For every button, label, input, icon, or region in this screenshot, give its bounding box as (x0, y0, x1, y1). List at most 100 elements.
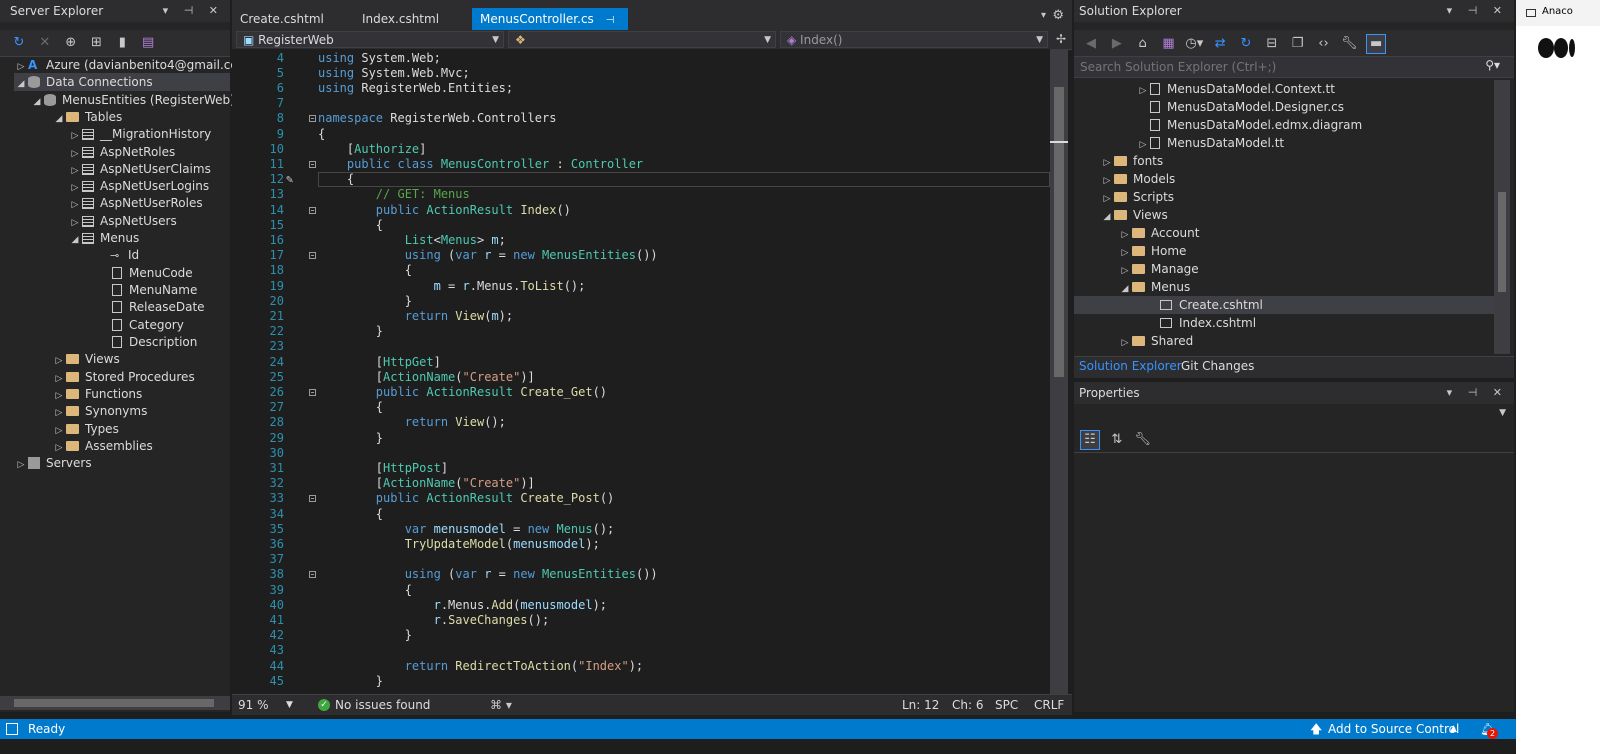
server-explorer-hscroll[interactable] (0, 696, 230, 710)
filter-icon[interactable]: ▤ (139, 34, 157, 52)
tree-item-column[interactable]: MenuCode (112, 264, 193, 282)
refresh-icon[interactable]: ↻ (1237, 35, 1255, 53)
tree-item-file[interactable]: MenusDataModel.edmx.diagram (1150, 116, 1362, 134)
tab-solution-explorer[interactable]: Solution Explorer (1079, 359, 1182, 373)
tree-item-folder[interactable]: ▷ Shared (1118, 332, 1194, 352)
fold-toggle[interactable] (309, 495, 316, 502)
tree-item-file[interactable]: ▷ MenusDataModel.tt (1136, 134, 1285, 152)
tree-item-stored-procedures[interactable]: ▷ Stored Procedures (52, 368, 195, 386)
property-pages-icon[interactable]: 🔧︎ (1134, 431, 1152, 449)
connect-server-icon[interactable]: ⊞ (87, 34, 105, 52)
tree-item-folder-views[interactable]: ◢ Views (1100, 206, 1168, 224)
tree-item-table[interactable]: ▷ AspNetUserRoles (68, 194, 203, 212)
tree-item-table-menus[interactable]: ◢ Menus (68, 229, 140, 249)
expand-arrow-icon[interactable]: ▷ (14, 456, 28, 474)
fold-toggle[interactable] (309, 207, 316, 214)
collapse-arrow-icon[interactable]: ◢ (1100, 208, 1114, 226)
settings-gear-icon[interactable]: ⚙ (1052, 8, 1064, 23)
tree-item-file[interactable]: MenusDataModel.Designer.cs (1150, 98, 1344, 116)
line-ending-indicator[interactable]: CRLF (1034, 695, 1064, 715)
tree-item-table[interactable]: ▷ AspNetUserClaims (68, 160, 211, 178)
collapse-arrow-icon[interactable]: ◢ (30, 93, 44, 111)
tree-item-table[interactable]: ▷ AspNetUsers (68, 212, 177, 230)
chevron-down-icon[interactable]: ▼ (286, 695, 293, 715)
code-editor[interactable]: ✎ 4 using System.Web; 5 using System.Web… (232, 49, 1050, 694)
code-icon[interactable]: ‹› (1314, 35, 1332, 53)
tree-item-types[interactable]: ▷ Types (52, 420, 119, 438)
tree-item-column[interactable]: MenuName (112, 281, 197, 299)
tree-item-azure[interactable]: ▷ A Azure (davianbenito4@gmail.com (14, 56, 250, 74)
fold-toggle[interactable] (309, 389, 316, 396)
tree-item-table[interactable]: ▷ AspNetUserLogins (68, 177, 210, 195)
pin-icon[interactable]: ⊣ (606, 15, 615, 26)
search-icon[interactable]: ⚲▾ (1485, 58, 1500, 72)
spacing-indicator[interactable]: SPC (995, 695, 1018, 715)
chevron-down-icon[interactable]: ▼ (1499, 408, 1506, 418)
tab-git-changes[interactable]: Git Changes (1181, 359, 1254, 373)
tree-item-column[interactable]: ReleaseDate (112, 298, 205, 316)
tree-item-folder[interactable]: ▷ fonts (1100, 152, 1164, 170)
tree-item-column-id[interactable]: ⊸ Id (110, 246, 139, 264)
tree-item-assemblies[interactable]: ▷ Assemblies (52, 437, 153, 455)
collapse-arrow-icon[interactable]: ◢ (68, 231, 82, 249)
tree-item-folder[interactable]: ▷ Models (1100, 170, 1176, 188)
solution-search-box[interactable]: ⚲▾ (1074, 57, 1514, 78)
tab-overflow-icon[interactable]: ▾ (1041, 10, 1046, 21)
home-icon[interactable]: ⌂ (1134, 35, 1152, 53)
tree-item-index-cshtml[interactable]: Index.cshtml (1160, 314, 1256, 332)
sync-icon[interactable]: ⇄ (1211, 35, 1229, 53)
add-icon[interactable]: ✢ (1056, 32, 1066, 46)
lightbulb-icon[interactable]: ✎ (286, 172, 293, 186)
tree-item-synonyms[interactable]: ▷ Synonyms (52, 402, 148, 420)
tree-item-folder[interactable]: ▷ Account (1118, 224, 1200, 242)
tree-item-folder-menus[interactable]: ◢ Menus (1118, 278, 1191, 296)
solution-explorer-vscroll[interactable] (1494, 80, 1510, 354)
add-to-source-control-button[interactable]: Add to Source Control (1328, 719, 1459, 739)
solution-explorer-window-buttons[interactable]: ▾ ⊣ ✕ (1447, 0, 1508, 22)
zoom-level[interactable]: 91 % (238, 695, 269, 715)
tree-item-table[interactable]: ▷ __MigrationHistory (68, 125, 212, 143)
expand-arrow-icon[interactable]: ▷ (1118, 334, 1132, 352)
tree-item-table[interactable]: ▷ AspNetRoles (68, 143, 176, 161)
fold-toggle[interactable] (309, 115, 316, 122)
pending-changes-icon[interactable]: ◷▾ (1185, 35, 1203, 53)
solution-search-input[interactable] (1078, 58, 1472, 76)
tree-item-functions[interactable]: ▷ Functions (52, 385, 143, 403)
tree-item-menusentities[interactable]: ◢ MenusEntities (RegisterWeb) (30, 91, 235, 109)
tab-index-cshtml[interactable]: Index.cshtml (354, 8, 447, 30)
fold-toggle[interactable] (309, 252, 316, 259)
tree-item-column[interactable]: Description (112, 333, 197, 351)
switch-views-icon[interactable]: ▦ (1159, 35, 1177, 53)
categorized-icon[interactable]: ☷ (1080, 430, 1100, 450)
forward-icon[interactable]: ▶ (1108, 35, 1126, 53)
collapse-arrow-icon[interactable]: ◢ (52, 110, 66, 128)
stop-icon[interactable]: ✕ (36, 34, 54, 52)
show-all-files-icon[interactable]: ❐ (1289, 35, 1307, 53)
line-indicator[interactable]: Ln: 12 (902, 695, 939, 715)
server-explorer-window-buttons[interactable]: ▾ ⊣ ✕ (163, 0, 224, 22)
tab-menuscontroller-cs[interactable]: MenusController.cs ⊣ ✕ (472, 8, 628, 50)
char-indicator[interactable]: Ch: 6 (952, 695, 983, 715)
scroll-thumb[interactable] (1498, 192, 1506, 292)
wrench-icon[interactable]: 🔧︎ (1340, 35, 1358, 53)
tree-item-folder[interactable]: ▷ Manage (1118, 260, 1199, 278)
tree-item-folder[interactable]: ▷ Home (1118, 242, 1187, 260)
collapse-arrow-icon[interactable]: ◢ (14, 75, 28, 93)
collapse-all-icon[interactable]: ⊟ (1263, 35, 1281, 53)
project-dropdown[interactable]: ▣ RegisterWeb ▼ (236, 31, 504, 48)
tree-item-tables[interactable]: ◢ Tables (52, 108, 123, 128)
tree-item-servers[interactable]: ▷ Servers (14, 454, 92, 472)
class-dropdown[interactable]: ❖ RegisterWeb.Controllers.MenusControlle… (508, 31, 776, 64)
tree-item-data-connections[interactable]: ◢ Data Connections (14, 73, 230, 91)
scroll-thumb[interactable] (1054, 87, 1064, 377)
tree-item-create-cshtml[interactable]: Create.cshtml (1074, 296, 1494, 314)
tree-item-folder[interactable]: ▷ Scripts (1100, 188, 1175, 206)
expand-arrow-icon[interactable]: ▷ (1136, 82, 1150, 100)
properties-window-buttons[interactable]: ▾ ⊣ ✕ (1447, 382, 1508, 404)
issues-status[interactable]: No issues found (335, 695, 430, 715)
tree-item-views[interactable]: ▷ Views (52, 350, 120, 368)
editor-vertical-scrollbar[interactable] (1050, 49, 1068, 694)
cleanup-brush-icon[interactable]: ⌘ ▾ (490, 695, 512, 715)
sharepoint-icon[interactable]: ▮ (113, 34, 131, 52)
chevron-up-icon[interactable]: ▲ (1450, 719, 1457, 739)
